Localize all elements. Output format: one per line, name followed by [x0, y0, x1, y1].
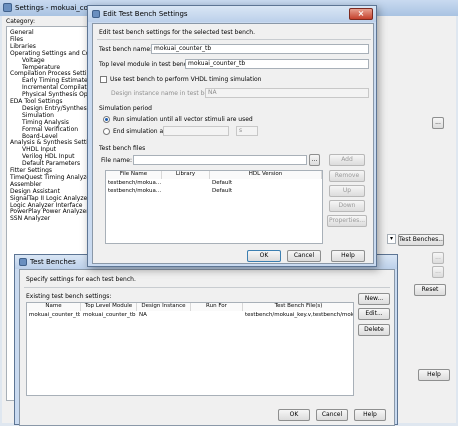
browse-button-2[interactable]: ...: [432, 252, 444, 264]
edit-ok-button[interactable]: OK: [247, 250, 281, 262]
simulation-period-label: Simulation period: [99, 105, 152, 112]
design-instance-input[interactable]: NA: [205, 88, 369, 98]
remove-button[interactable]: Remove: [329, 170, 365, 182]
end-sim-label: End simulation at:: [113, 128, 168, 135]
add-button[interactable]: Add: [329, 154, 365, 166]
tb-ok-button[interactable]: OK: [278, 409, 310, 421]
tb-new-button[interactable]: New...: [358, 293, 390, 305]
table-cell[interactable]: mokuai_counter_tb: [83, 312, 136, 320]
tb-delete-button[interactable]: Delete: [358, 324, 390, 336]
tb-help-button[interactable]: Help: [354, 409, 386, 421]
table-cell[interactable]: [193, 312, 242, 320]
up-button[interactable]: Up: [329, 185, 365, 197]
app-icon: [92, 10, 100, 18]
top-level-input[interactable]: mokuai_counter_tb: [185, 59, 369, 69]
edit-test-bench-dialog: Edit Test Bench Settings × Edit test ben…: [87, 5, 377, 267]
column-header[interactable]: HDL Version: [210, 171, 322, 179]
test-bench-name-label: Test bench name:: [99, 46, 153, 53]
column-header[interactable]: File Name: [106, 171, 162, 179]
table-cell[interactable]: testbench/mokua...: [108, 188, 161, 196]
category-label: Category:: [6, 18, 35, 25]
table-cell[interactable]: NA: [139, 312, 190, 320]
files-group-label: Test bench files: [99, 145, 146, 152]
table-cell[interactable]: testbench/mokua...: [108, 180, 161, 188]
test-benches-button[interactable]: Test Benches...: [398, 234, 444, 246]
edit-title: Edit Test Bench Settings: [103, 10, 188, 18]
edit-cancel-button[interactable]: Cancel: [287, 250, 321, 262]
column-header[interactable]: Name: [27, 303, 81, 311]
edit-description: Edit test bench settings for the selecte…: [99, 29, 255, 36]
tb-cancel-button[interactable]: Cancel: [316, 409, 348, 421]
browse-button-1[interactable]: ...: [432, 117, 444, 129]
end-sim-unit-select[interactable]: s: [236, 126, 258, 136]
test-benches-dialog: Test Benches Specify settings for each t…: [14, 254, 398, 426]
test-bench-name-input[interactable]: mokuai_counter_tb: [151, 44, 369, 54]
end-sim-radio[interactable]: [103, 128, 110, 135]
tb-description: Specify settings for each test bench.: [26, 276, 136, 283]
close-icon[interactable]: ×: [349, 8, 373, 20]
column-header[interactable]: Top Level Module: [81, 303, 137, 311]
tb-separator: [24, 287, 390, 288]
edit-client: Edit test bench settings for the selecte…: [92, 23, 374, 264]
table-cell[interactable]: testbench/mokuai_key.v,testbench/moku...: [245, 312, 353, 320]
test-benches-client: Specify settings for each test bench. Ex…: [19, 269, 395, 426]
run-until-label: Run simulation until all vector stimuli …: [113, 116, 253, 123]
column-header[interactable]: Library: [162, 171, 210, 179]
tb-edit-button[interactable]: Edit...: [358, 308, 390, 320]
tb-table[interactable]: Name Top Level Module Design Instance Run F…: [26, 302, 354, 396]
files-table[interactable]: File Name Library HDL Version testbench/mok…: [105, 170, 323, 244]
top-level-label: Top level module in test bench:: [99, 61, 193, 68]
use-vhdl-label: Use test bench to perform VHDL timing si…: [110, 76, 262, 83]
settings-help-button[interactable]: Help: [418, 369, 450, 381]
run-until-radio[interactable]: [103, 116, 110, 123]
properties-button[interactable]: Properties...: [327, 215, 367, 227]
tree-item[interactable]: SSN Analyzer: [10, 215, 50, 222]
app-icon: [19, 258, 27, 266]
column-header[interactable]: Run For: [191, 303, 243, 311]
table-cell[interactable]: [164, 188, 209, 196]
column-header[interactable]: Design Instance: [137, 303, 191, 311]
app-icon: [3, 3, 12, 12]
file-browse-button[interactable]: ...: [309, 154, 320, 166]
use-vhdl-checkbox[interactable]: [100, 76, 107, 83]
end-sim-value-input[interactable]: [163, 126, 229, 136]
edit-titlebar: Edit Test Bench Settings ×: [88, 6, 376, 22]
reset-button[interactable]: Reset: [414, 284, 446, 296]
tb-existing-label: Existing test bench settings:: [26, 293, 112, 300]
file-name-label: File name:: [101, 157, 132, 164]
edit-help-button[interactable]: Help: [331, 250, 365, 262]
down-button[interactable]: Down: [329, 200, 365, 212]
file-name-input[interactable]: [133, 155, 307, 165]
test-benches-title: Test Benches: [30, 258, 76, 266]
table-cell[interactable]: Default: [212, 180, 321, 188]
column-header[interactable]: Test Bench File(s): [243, 303, 353, 311]
edit-separator: [97, 39, 371, 40]
table-cell[interactable]: [164, 180, 209, 188]
browse-button-3[interactable]: ...: [432, 266, 444, 278]
table-cell[interactable]: Default: [212, 188, 321, 196]
dropdown-arrow[interactable]: ▾: [387, 234, 396, 244]
table-cell[interactable]: mokuai_counter_tb: [29, 312, 80, 320]
